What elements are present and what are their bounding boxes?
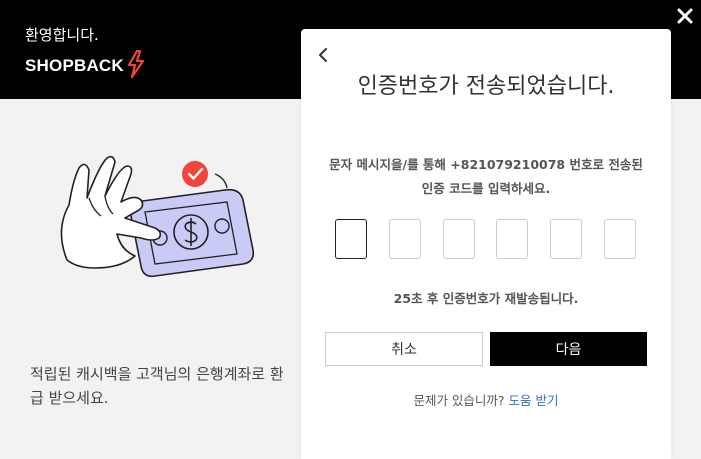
cashback-illustration <box>55 150 265 285</box>
verification-modal: 인증번호가 전송되었습니다. 문자 메시지을/를 통해 +82107921007… <box>301 29 671 459</box>
code-digit-input-3[interactable] <box>443 219 475 259</box>
back-chevron-icon[interactable] <box>313 45 333 65</box>
shopback-logo: SHOPBACK <box>25 49 146 82</box>
help-row: 문제가 있습니까? 도움 받기 <box>301 390 671 409</box>
checkmark-badge-icon <box>182 161 228 189</box>
code-digit-input-1[interactable] <box>335 219 367 259</box>
resend-countdown-text: 25초 후 인증번호가 재발송됩니다. <box>393 291 579 306</box>
code-digit-input-5[interactable] <box>550 219 582 259</box>
cancel-button[interactable]: 취소 <box>325 332 483 366</box>
code-digit-input-2[interactable] <box>389 219 421 259</box>
cashback-description: 적립된 캐시백을 고객님의 은행계좌로 환급 받으세요. <box>30 365 284 407</box>
close-icon[interactable] <box>673 4 697 28</box>
next-button[interactable]: 다음 <box>490 332 647 366</box>
code-digit-input-6[interactable] <box>604 219 636 259</box>
modal-title: 인증번호가 전송되었습니다. <box>357 74 615 99</box>
get-help-link[interactable]: 도움 받기 <box>509 393 559 408</box>
lightning-bolt-icon <box>126 49 146 82</box>
code-digit-input-4[interactable] <box>496 219 528 259</box>
help-text: 문제가 있습니까? <box>413 393 505 408</box>
instruction-text: 문자 메시지을/를 통해 +821079210078 번호로 전송된 인증 코드… <box>329 157 643 196</box>
logo-text: SHOPBACK <box>25 56 124 75</box>
welcome-text: 환영합니다. <box>25 26 99 44</box>
